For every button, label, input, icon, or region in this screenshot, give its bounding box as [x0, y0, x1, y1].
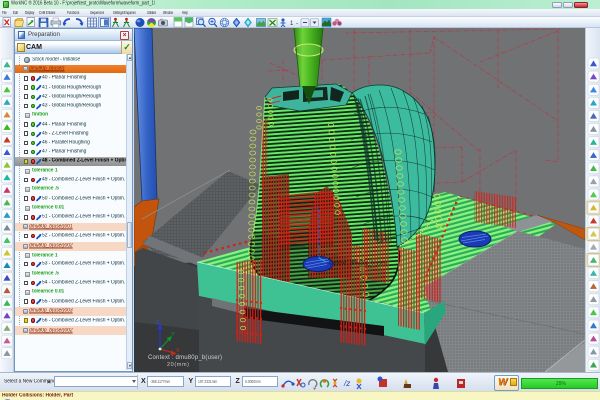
- svg-text:20(mm): 20(mm): [167, 362, 189, 368]
- svg-text:Y: Y: [171, 332, 175, 338]
- svg-text:1: 1: [290, 21, 294, 27]
- svg-text:X: X: [176, 348, 180, 354]
- svg-text:-: -: [296, 21, 298, 27]
- svg-text:Context : dmu80p_b(user): Context : dmu80p_b(user): [148, 355, 222, 361]
- svg-text:Context : dmu80p_b(user): Context : dmu80p_b(user): [329, 261, 387, 267]
- svg-text:/z: /z: [343, 379, 350, 388]
